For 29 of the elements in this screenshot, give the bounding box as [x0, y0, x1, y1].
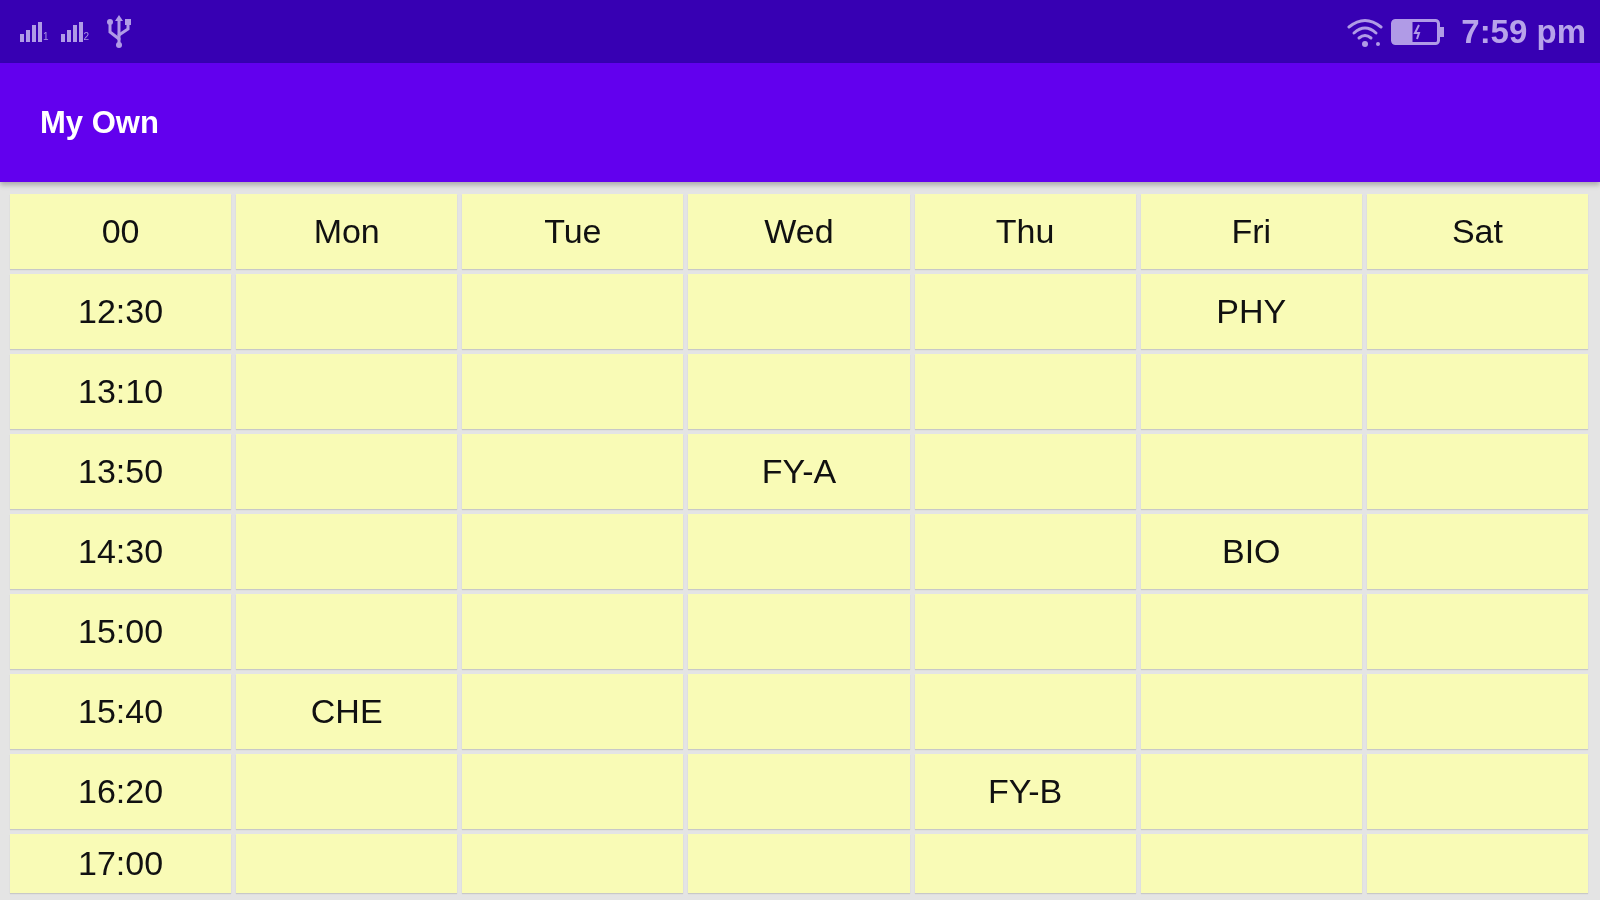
time-cell: 16:20: [10, 754, 232, 829]
sim-label: 2: [83, 31, 90, 42]
battery-icon: [1391, 18, 1446, 45]
app-title: My Own: [40, 107, 159, 138]
table-cell: BIO: [1140, 514, 1362, 589]
header-cell: Tue: [462, 194, 684, 269]
header-cell: Wed: [688, 194, 910, 269]
header-cell: 00: [10, 194, 232, 269]
clock-time: 7:59 pm: [1461, 15, 1586, 48]
time-cell: 13:10: [10, 354, 232, 429]
signal-icon: [60, 21, 83, 42]
time-cell: 15:40: [10, 674, 232, 749]
time-cell: 17:00: [10, 834, 232, 893]
wifi-icon: [1347, 16, 1384, 47]
header-cell: Mon: [236, 194, 458, 269]
sim-label: 1: [43, 31, 49, 42]
header-cell: Fri: [1140, 194, 1362, 269]
table-cell: PHY: [1140, 274, 1362, 349]
usb-icon: [105, 14, 134, 49]
time-cell: 12:30: [10, 274, 232, 349]
header-cell: Sat: [1366, 194, 1588, 269]
time-cell: 14:30: [10, 514, 232, 589]
header-cell: Thu: [914, 194, 1136, 269]
time-cell: 15:00: [10, 594, 232, 669]
signal-icon: [20, 21, 42, 42]
table-cell: FY-B: [914, 754, 1136, 829]
table-cell: FY-A: [688, 434, 910, 509]
time-cell: 13:50: [10, 434, 232, 509]
table-cell: CHE: [236, 674, 458, 749]
